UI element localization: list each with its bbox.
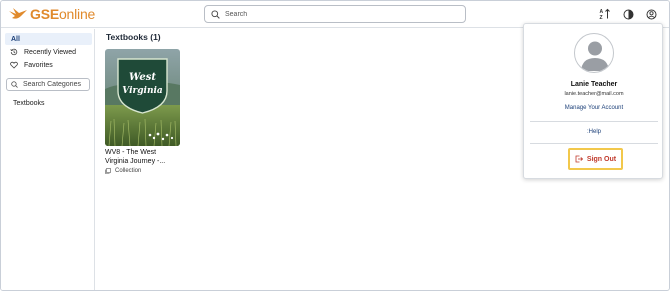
- history-icon: [10, 48, 18, 56]
- account-button[interactable]: [645, 8, 657, 20]
- user-name: Lanie Teacher: [570, 81, 618, 88]
- sort-az-icon: A Z: [600, 8, 610, 20]
- cover-text-line2: Virginia: [122, 86, 163, 96]
- svg-text:Z: Z: [600, 15, 603, 20]
- manage-account-link[interactable]: Manage Your Account: [524, 105, 664, 111]
- card-meta: Collection: [105, 168, 180, 174]
- sign-out-button[interactable]: Sign Out: [568, 148, 623, 170]
- contrast-toggle[interactable]: [622, 8, 634, 20]
- sidebar-item-label: Recently Viewed: [24, 48, 77, 56]
- sidebar-item-favorites[interactable]: Favorites: [5, 59, 92, 71]
- search-icon: [11, 81, 18, 88]
- book-cover-art: West Virginia: [105, 49, 180, 146]
- card-title[interactable]: WV8 - The West Virginia Journey -...: [105, 149, 180, 166]
- category-search-input[interactable]: [23, 81, 89, 88]
- help-link[interactable]: :Help: [524, 129, 664, 135]
- logo-suffix: online: [58, 6, 96, 22]
- sort-az-button[interactable]: A Z: [599, 8, 611, 20]
- user-email: lanie.teacher@mail.com: [564, 91, 624, 97]
- sidebar-item-recently-viewed[interactable]: Recently Viewed: [5, 46, 92, 58]
- section-title: Textbooks (1): [106, 32, 161, 42]
- cover-text-line1: West: [129, 72, 156, 83]
- category-search[interactable]: [6, 78, 90, 91]
- avatar: [574, 33, 614, 73]
- category-item-textbooks[interactable]: Textbooks: [13, 100, 45, 107]
- contrast-icon: [623, 9, 633, 19]
- search-icon: [211, 9, 220, 19]
- sidebar-item-all[interactable]: All: [5, 33, 92, 45]
- sidebar-item-label: Favorites: [24, 61, 53, 69]
- divider: [530, 143, 658, 144]
- sign-out-icon: [575, 155, 583, 163]
- app-window: GSEonline A Z: [0, 0, 670, 291]
- user-avatar-icon: [581, 41, 609, 71]
- heart-icon: [10, 61, 18, 69]
- textbook-card[interactable]: West Virginia WV8 - The West Virginia Jo…: [105, 49, 180, 174]
- account-menu-popup: Lanie Teacher lanie.teacher@mail.com Man…: [523, 23, 663, 179]
- sidebar-item-label: All: [11, 35, 20, 43]
- search-input[interactable]: [225, 10, 455, 18]
- gse-online-logo[interactable]: GSEonline: [8, 5, 95, 23]
- sign-out-label: Sign Out: [586, 155, 617, 163]
- logo-wordmark: GSEonline: [30, 6, 95, 22]
- divider: [530, 121, 658, 122]
- card-type-label: Collection: [115, 168, 142, 174]
- book-cover-image[interactable]: West Virginia: [105, 49, 180, 146]
- logo-brand: GSE: [30, 6, 59, 22]
- bird-logo-icon: [9, 8, 27, 19]
- left-sidebar: All Recently Viewed Favorites Search Cat…: [1, 29, 95, 290]
- collection-icon: [105, 168, 111, 174]
- account-icon: [646, 9, 656, 19]
- global-search[interactable]: [204, 5, 466, 23]
